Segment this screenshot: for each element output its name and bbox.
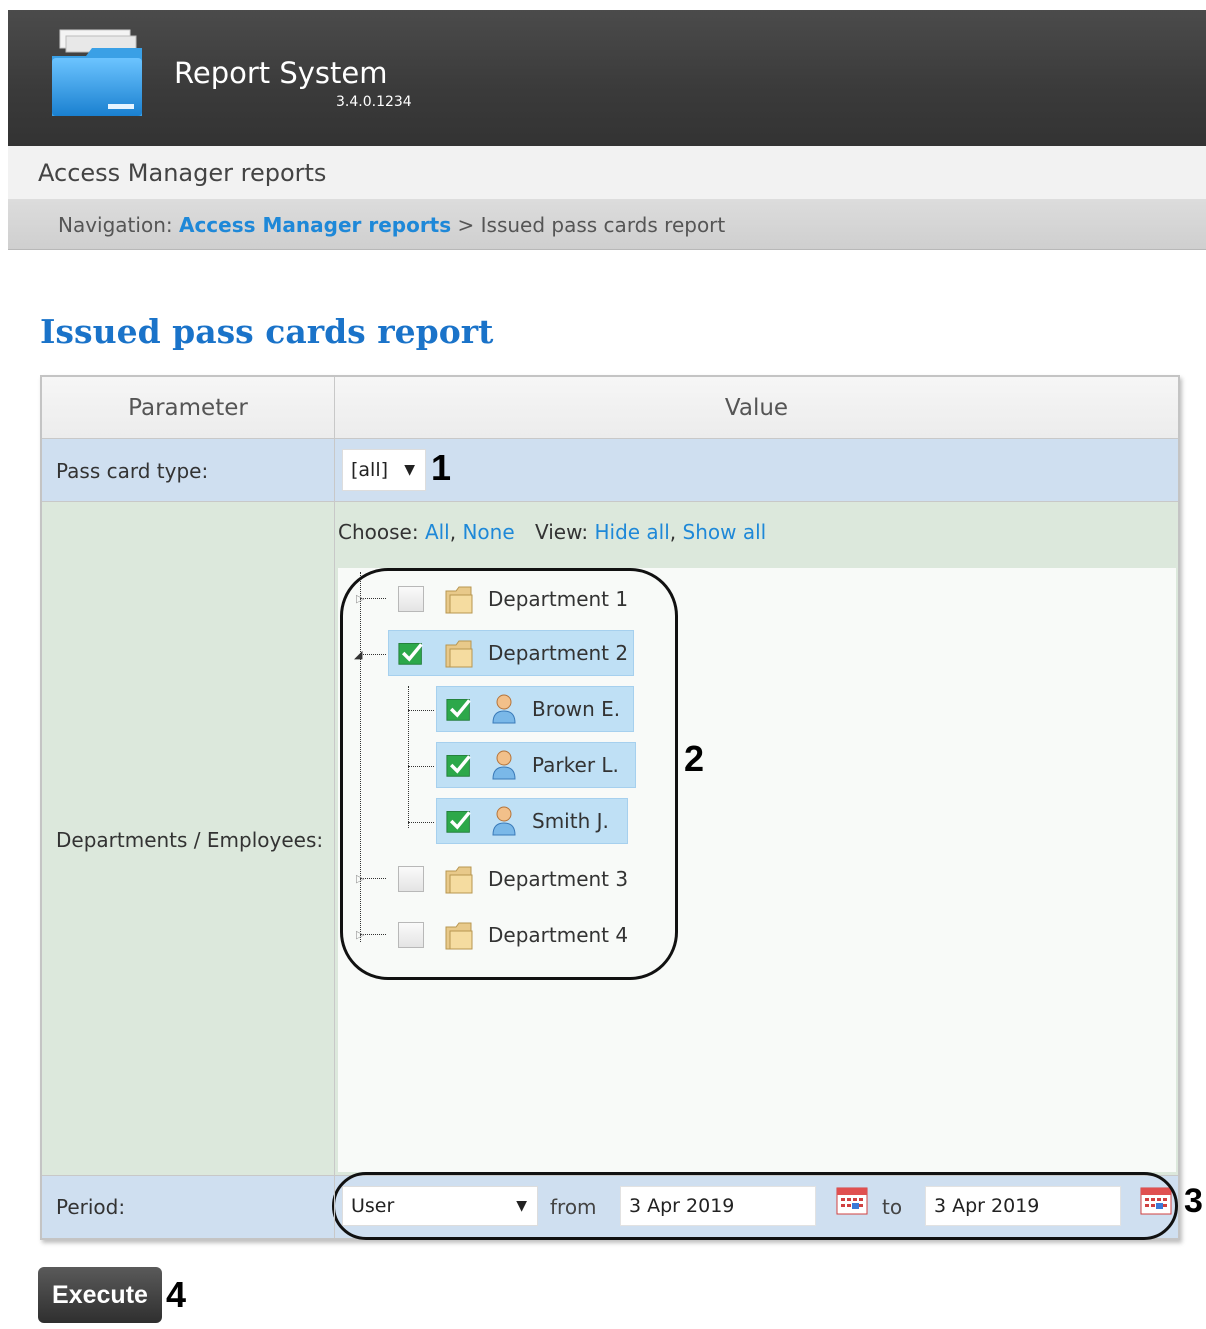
view-label: View: [535, 520, 589, 544]
period-label: Period: [56, 1195, 126, 1219]
callout-2: 2 [684, 738, 705, 779]
callout-4: 4 [166, 1274, 187, 1315]
hide-all-link[interactable]: Hide all [594, 520, 669, 544]
chevron-down-icon: ▼ [404, 462, 415, 478]
pass-card-type-row: Pass card type: [all] ▼ 1 [42, 439, 1178, 502]
section-title: Access Manager reports [38, 159, 327, 187]
column-header-value: Value [335, 377, 1178, 439]
pass-card-type-select[interactable]: [all] ▼ [342, 449, 426, 491]
callout-1: 1 [431, 447, 452, 488]
app-version: 3.4.0.1234 [336, 94, 412, 110]
callout-3: 3 [1184, 1182, 1203, 1220]
breadcrumb: Navigation: Access Manager reports > Iss… [8, 200, 1206, 250]
departments-row: Departments / Employees: Choose: All, No… [42, 502, 1178, 1176]
choose-label: Choose: [338, 520, 419, 544]
department-tree: ▷ ◢ ▷ ▷ Department 1 Department 2 Brown … [338, 568, 1176, 1172]
annotation-outline-2 [340, 568, 678, 980]
execute-button[interactable]: Execute [38, 1267, 162, 1323]
column-header-parameter: Parameter [42, 377, 334, 439]
departments-label: Departments / Employees: [56, 828, 324, 852]
annotation-outline-3 [332, 1172, 1178, 1240]
show-all-link[interactable]: Show all [683, 520, 767, 544]
app-title: Report System [174, 56, 388, 90]
page-title: Issued pass cards report [40, 312, 494, 351]
breadcrumb-current: Issued pass cards report [480, 213, 726, 237]
pass-card-type-label: Pass card type: [56, 459, 209, 483]
choose-none-link[interactable]: None [462, 520, 514, 544]
section-title-bar: Access Manager reports [8, 146, 1206, 200]
parameter-table: Parameter Value Pass card type: [all] ▼ … [40, 375, 1180, 1240]
breadcrumb-link-access-manager[interactable]: Access Manager reports [179, 213, 451, 237]
column-divider [334, 377, 335, 1238]
app-header: Report System 3.4.0.1234 [8, 10, 1206, 146]
pass-card-type-value: [all] [351, 459, 389, 481]
folder-box-icon [52, 29, 142, 116]
tree-toolbar: Choose: All, None View: Hide all, Show a… [338, 520, 767, 544]
breadcrumb-separator: > [457, 213, 475, 237]
period-row: Period: User ▼ from 3 Apr 2019 to 3 Apr … [42, 1172, 1178, 1240]
choose-all-link[interactable]: All [425, 520, 450, 544]
breadcrumb-label: Navigation: [58, 213, 173, 237]
